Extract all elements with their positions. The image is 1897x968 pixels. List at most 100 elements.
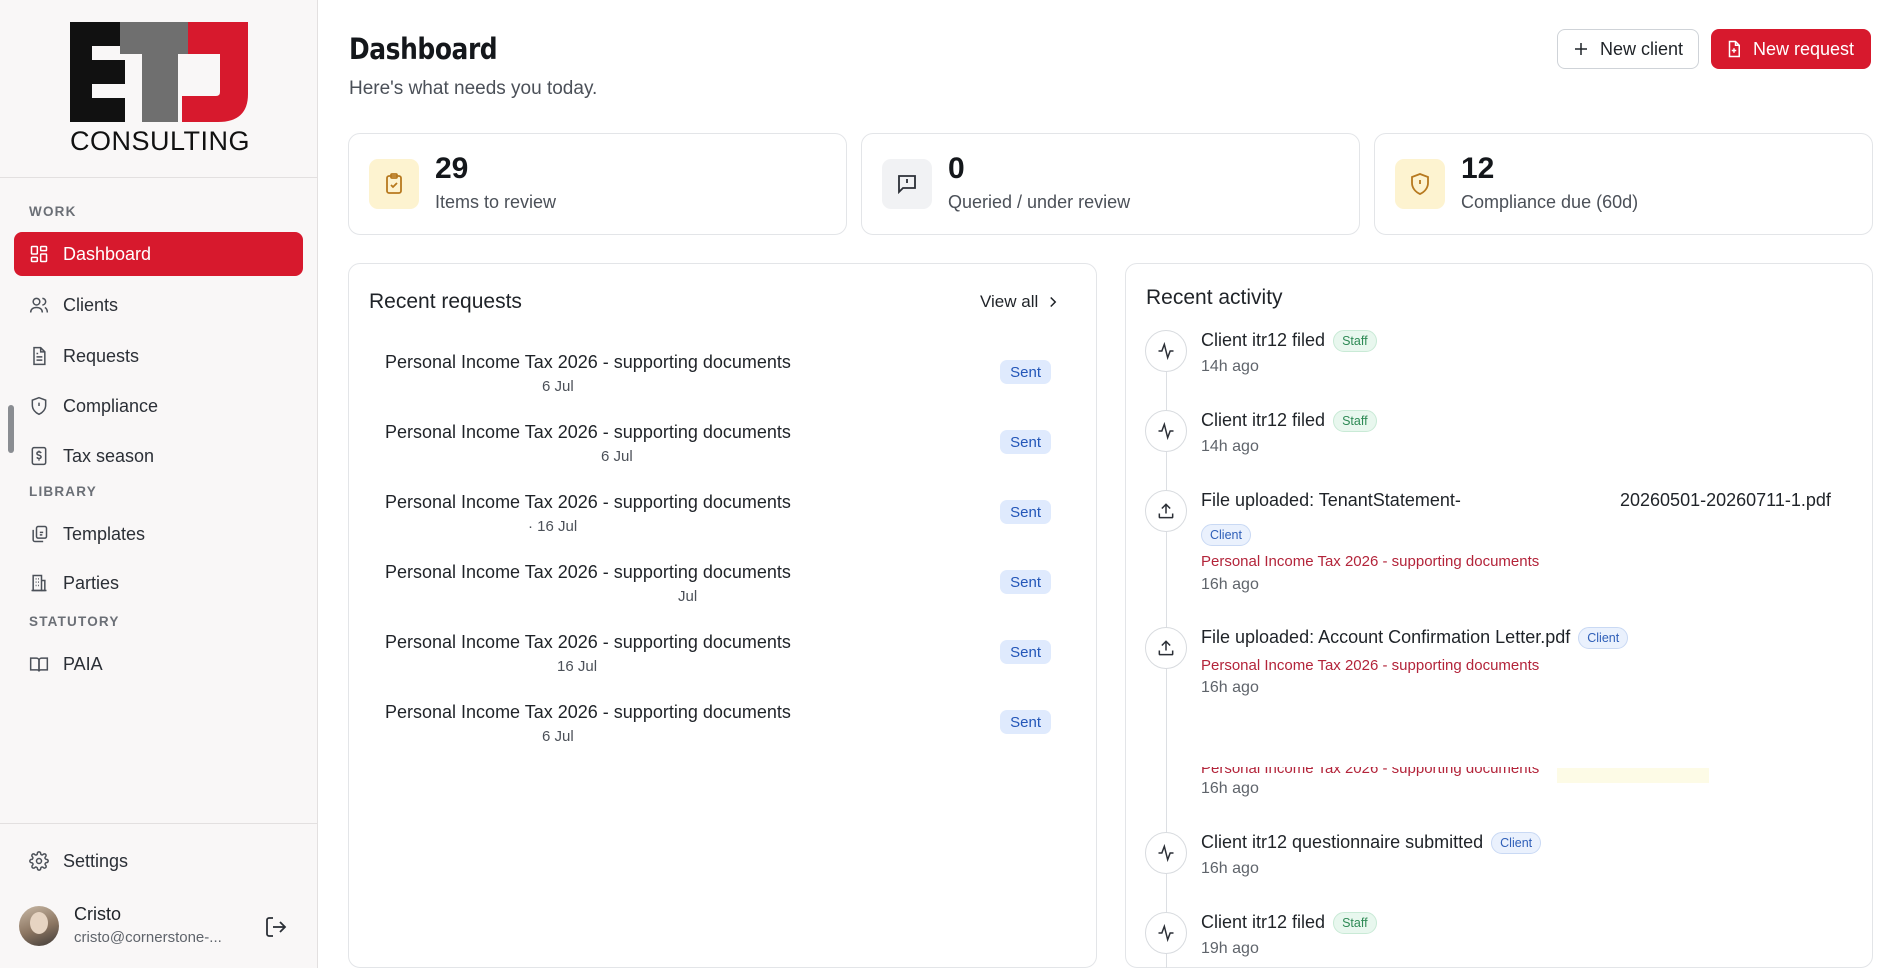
sidebar-scrollbar-thumb[interactable] <box>8 405 14 453</box>
stat-label: Compliance due (60d) <box>1461 192 1639 212</box>
panel-title: Recent requests <box>369 290 522 313</box>
request-title: Personal Income Tax 2026 - supporting do… <box>385 492 791 512</box>
sidebar-item-label: PAIA <box>63 653 103 674</box>
status-badge: Sent <box>1000 710 1051 734</box>
sidebar-item-tax-season[interactable]: Tax season <box>14 434 303 478</box>
request-row[interactable]: Personal Income Tax 2026 - supporting do… <box>363 486 1083 550</box>
dashboard-icon <box>29 244 49 264</box>
stat-card-items-to-review[interactable]: 29 Items to review <box>348 133 847 235</box>
status-badge: Sent <box>1000 640 1051 664</box>
company-logo[interactable]: CONSULTING <box>70 22 250 157</box>
chevron-right-icon <box>1050 296 1057 308</box>
divider <box>0 823 318 824</box>
new-client-button[interactable]: New client <box>1557 29 1699 69</box>
activity-title: Client itr12 filed Staff <box>1201 410 1377 433</box>
stat-card-compliance-due[interactable]: 12 Compliance due (60d) <box>1374 133 1873 235</box>
activity-title: Client itr12 filed Staff <box>1201 330 1377 353</box>
etj-logo-mark <box>70 22 248 122</box>
request-title: Personal Income Tax 2026 - supporting do… <box>385 562 791 582</box>
new-client-label: New client <box>1600 38 1684 59</box>
new-request-button[interactable]: New request <box>1711 29 1871 69</box>
client-tag: Client <box>1491 832 1542 855</box>
activity-icon <box>1145 912 1187 954</box>
logout-icon[interactable] <box>264 915 288 939</box>
activity-icon <box>1145 330 1187 372</box>
staff-tag: Staff <box>1333 330 1377 353</box>
request-row[interactable]: Personal Income Tax 2026 - supporting do… <box>363 696 1083 760</box>
page-subtitle: Here's what needs you today. <box>349 78 598 99</box>
logo-text: CONSULTING <box>70 126 251 156</box>
user-email: cristo@cornerstone-... <box>74 929 222 946</box>
sidebar-item-label: Parties <box>63 572 120 593</box>
request-title: Personal Income Tax 2026 - supporting do… <box>385 352 791 372</box>
recent-requests-panel: Recent requests View all Personal Income… <box>348 263 1097 968</box>
avatar[interactable] <box>19 906 59 946</box>
gear-icon <box>29 851 49 871</box>
request-row[interactable]: Personal Income Tax 2026 - supporting do… <box>363 416 1083 480</box>
activity-title-text: Client itr12 filed <box>1201 912 1326 932</box>
status-badge: Sent <box>1000 360 1051 384</box>
sidebar-item-compliance[interactable]: Compliance <box>14 384 303 428</box>
request-date: Jul <box>678 588 698 605</box>
activity-request-link[interactable]: Personal Income Tax 2026 - supporting do… <box>1201 553 1539 570</box>
message-alert-icon <box>882 159 932 209</box>
activity-title-tail: 20260501-20260711-1.pdf <box>1620 490 1831 510</box>
section-label-work: WORK <box>29 204 77 219</box>
client-tag-wrap: Client <box>1193 524 1251 546</box>
activity-title-text: File uploaded: Account Confirmation Lett… <box>1201 627 1571 647</box>
section-label-statutory: STATUTORY <box>29 614 120 629</box>
sidebar-item-label: Compliance <box>63 395 159 416</box>
book-open-icon <box>29 654 49 674</box>
shield-alert-icon <box>1395 159 1445 209</box>
user-name: Cristo <box>74 904 122 924</box>
request-row[interactable]: Personal Income Tax 2026 - supporting do… <box>363 346 1083 410</box>
view-all-label: View all <box>980 292 1039 311</box>
activity-time: 19h ago <box>1201 940 1259 957</box>
building-icon <box>29 573 49 593</box>
clipboard-check-icon <box>369 159 419 209</box>
shield-icon <box>29 396 49 416</box>
sidebar-item-clients[interactable]: Clients <box>14 283 303 327</box>
request-row[interactable]: Personal Income Tax 2026 - supporting do… <box>363 556 1083 620</box>
request-title: Personal Income Tax 2026 - supporting do… <box>385 632 791 652</box>
activity-title-text: Client itr12 filed <box>1201 410 1326 430</box>
sidebar-item-label: Dashboard <box>63 243 152 264</box>
timeline-line <box>1166 370 1167 968</box>
request-title: Personal Income Tax 2026 - supporting do… <box>385 702 791 722</box>
client-tag: Client <box>1578 627 1629 650</box>
stat-label: Items to review <box>435 192 557 212</box>
activity-time: 16h ago <box>1201 780 1259 797</box>
sidebar-item-templates[interactable]: Templates <box>14 512 303 556</box>
sidebar-item-dashboard[interactable]: Dashboard <box>14 232 303 276</box>
activity-time: 16h ago <box>1201 860 1259 877</box>
sidebar: CONSULTING WORK Dashboard Clients Reques… <box>0 0 318 968</box>
highlight-strip <box>1557 768 1709 783</box>
upload-icon <box>1145 627 1187 669</box>
section-label-library: LIBRARY <box>29 484 97 499</box>
request-date: 16 Jul <box>557 658 598 675</box>
sidebar-item-parties[interactable]: Parties <box>14 561 303 605</box>
sidebar-item-paia[interactable]: PAIA <box>14 642 303 686</box>
activity-title: File uploaded: TenantStatement- <box>1201 490 1461 510</box>
activity-title: Client itr12 filed Staff <box>1201 912 1377 935</box>
activity-title: Client itr12 questionnaire submitted Clie… <box>1201 832 1542 855</box>
plus-icon <box>1575 43 1587 55</box>
sidebar-item-settings[interactable]: Settings <box>14 839 303 883</box>
sidebar-item-label: Tax season <box>63 445 155 466</box>
activity-icon <box>1145 832 1187 874</box>
staff-tag: Staff <box>1333 410 1377 433</box>
receipt-dollar-icon <box>29 446 49 466</box>
request-date: 6 Jul <box>542 378 574 395</box>
sidebar-item-requests[interactable]: Requests <box>14 334 303 378</box>
stat-value: 0 <box>948 152 965 185</box>
activity-request-link[interactable]: Personal Income Tax 2026 - supporting do… <box>1201 657 1539 674</box>
stat-value: 29 <box>435 152 469 185</box>
request-date: 6 Jul <box>601 448 633 465</box>
stat-card-queried[interactable]: 0 Queried / under review <box>861 133 1360 235</box>
page-title: Dashboard <box>349 32 498 66</box>
activity-icon <box>1145 410 1187 452</box>
new-request-label: New request <box>1753 38 1855 59</box>
panel-title: Recent activity <box>1146 286 1283 309</box>
view-all-link[interactable]: View all <box>980 292 1062 312</box>
request-row[interactable]: Personal Income Tax 2026 - supporting do… <box>363 626 1083 690</box>
